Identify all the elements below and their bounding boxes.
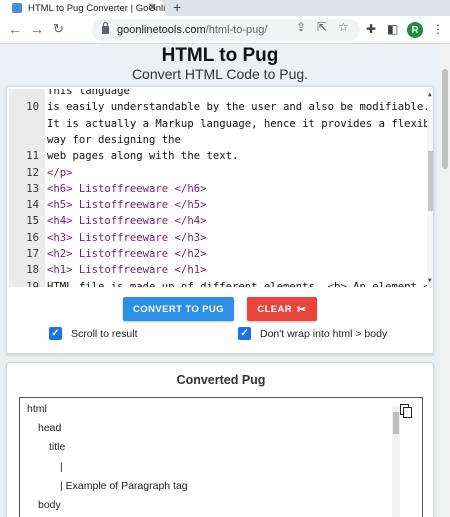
pug-output-line: title — [49, 441, 66, 454]
line-number: 10 — [26, 101, 39, 114]
page-scrollbar[interactable] — [440, 44, 450, 517]
side-panel-icon[interactable]: ◧ — [387, 22, 398, 36]
line-number: 14 — [26, 199, 39, 212]
back-arrow-icon[interactable]: ← — [8, 21, 22, 37]
code-text: It is actually a Markup language, hence … — [47, 117, 433, 130]
extensions-puzzle-icon[interactable]: ✚ — [366, 22, 376, 36]
code-line: It is actually a Markup language, hence … — [9, 116, 433, 132]
output-heading: Converted Pug — [176, 373, 266, 387]
code-text: <h4> Listoffreeware </h4> — [47, 215, 207, 228]
code-text: <h5> Listoffreeware </h5> — [47, 199, 207, 212]
line-number: 13 — [26, 182, 39, 195]
clear-button[interactable]: CLEAR ✂ — [247, 297, 317, 321]
code-line: 12 </p> — [9, 165, 427, 181]
line-number: 18 — [26, 264, 39, 277]
browser-toolbar: ← → ↻ goonlinetools.com/html-to-pug/ ⇪ ⇱… — [0, 16, 450, 44]
editor-scrollbar[interactable]: ▲ ▼ — [427, 89, 433, 287]
line-number: 11 — [26, 150, 39, 163]
page-title: HTML to Pug — [161, 45, 279, 66]
pug-output-line: html — [27, 403, 47, 415]
scissors-icon: ✂ — [297, 303, 307, 316]
page-scrollbar-thumb[interactable] — [442, 69, 448, 169]
tab-close-icon[interactable]: ✕ — [148, 1, 157, 14]
code-text: is easily understandable by the user and… — [47, 101, 430, 114]
share-icon[interactable]: ⇱ — [317, 20, 327, 34]
site-favicon-icon — [12, 3, 22, 13]
dont-wrap-label: Don't wrap into html > body — [260, 327, 388, 340]
code-line: 19 HTML file is made up of different elem… — [9, 279, 433, 287]
page-subtitle: Convert HTML Code to Pug. — [131, 66, 309, 82]
clear-button-label: CLEAR — [257, 303, 293, 315]
dont-wrap-checkbox[interactable]: ✓ — [238, 327, 251, 340]
new-tab-button[interactable]: + — [173, 0, 181, 15]
scroll-to-result-label: Scroll to result — [71, 327, 138, 340]
code-line: 10 is easily understandable by the user a… — [9, 99, 430, 115]
html-code-editor[interactable]: This language 10 is easily understandable … — [9, 89, 433, 287]
lock-icon — [102, 22, 109, 34]
copy-icon[interactable] — [400, 404, 412, 418]
code-line: 18 <h1> Listoffreeware </h1> — [9, 262, 427, 278]
scroll-to-result-checkbox[interactable]: ✓ — [49, 327, 62, 340]
bookmark-star-icon[interactable]: ☆ — [338, 20, 349, 34]
line-number: 12 — [26, 166, 39, 179]
line-number: 16 — [26, 231, 39, 244]
code-text: way for designing the — [47, 133, 181, 146]
editor-scrollbar-thumb[interactable] — [428, 151, 433, 211]
code-line: 11 web pages along with the text. — [9, 148, 427, 164]
profile-avatar[interactable]: R — [407, 22, 423, 38]
url-host: goonlinetools.com — [117, 24, 206, 36]
pug-output-line: body — [38, 499, 61, 511]
code-text: <h1> Listoffreeware </h1> — [47, 264, 207, 277]
code-line: 17 <h2> Listoffreeware </h2> — [9, 246, 427, 262]
code-text: HTML file is made up of different elemen… — [47, 280, 433, 287]
browser-tab[interactable]: HTML to Pug Converter | GoOnlin ✕ — [0, 0, 165, 16]
tab-bar: HTML to Pug Converter | GoOnlin ✕ + — [0, 0, 450, 16]
tab-title: HTML to Pug Converter | GoOnlin — [28, 2, 165, 14]
code-line: 16 <h3> Listoffreeware </h3> — [9, 230, 427, 246]
code-line: way for designing the — [9, 132, 427, 148]
send-to-device-icon[interactable]: ⇪ — [296, 20, 306, 34]
line-number: 17 — [26, 248, 39, 260]
code-text: <h6> Listoffreeware </h6> — [47, 182, 207, 195]
output-scrollbar-thumb[interactable] — [393, 412, 399, 434]
code-line: 13 <h6> Listoffreeware </h6> — [9, 181, 427, 197]
reload-icon[interactable]: ↻ — [53, 21, 64, 37]
code-text: This language — [47, 89, 130, 97]
pug-output-area[interactable]: html head title | | Example of Paragraph tag… — [19, 397, 423, 517]
code-line: This language — [9, 89, 427, 99]
convert-to-pug-button[interactable]: CONVERT TO PUG — [123, 297, 234, 321]
convert-button-label: CONVERT TO PUG — [133, 303, 224, 315]
code-text: </p> — [47, 166, 73, 179]
scroll-up-arrow-icon[interactable]: ▲ — [428, 91, 432, 98]
more-menu-icon[interactable]: ⋮ — [432, 22, 444, 36]
code-line: 15 <h4> Listoffreeware </h4> — [9, 213, 427, 229]
input-card: This language 10 is easily understandable … — [6, 86, 434, 354]
forward-arrow-icon[interactable]: → — [30, 21, 44, 37]
pug-output-line: | — [60, 460, 63, 473]
url-path: /html-to-pug/ — [205, 24, 268, 36]
code-line: 14 <h5> Listoffreeware </h5> — [9, 197, 427, 213]
code-text: <h3> Listoffreeware </h3> — [47, 231, 207, 244]
pug-output-line: head — [38, 422, 62, 435]
code-text: web pages along with the text. — [47, 150, 239, 163]
output-scrollbar[interactable] — [392, 406, 400, 517]
line-number: 19 — [26, 280, 39, 287]
output-card: Converted Pug html head title | | Example of… — [6, 362, 434, 517]
dont-wrap-option[interactable]: ✓ Don't wrap into html > body — [238, 327, 387, 340]
scroll-down-arrow-icon[interactable]: ▼ — [428, 277, 432, 284]
line-number: 15 — [26, 215, 39, 228]
pug-output-line: | Example of Paragraph tag — [60, 479, 188, 492]
code-text: <h2> Listoffreeware </h2> — [47, 248, 207, 260]
scroll-to-result-option[interactable]: ✓ Scroll to result — [49, 327, 138, 340]
